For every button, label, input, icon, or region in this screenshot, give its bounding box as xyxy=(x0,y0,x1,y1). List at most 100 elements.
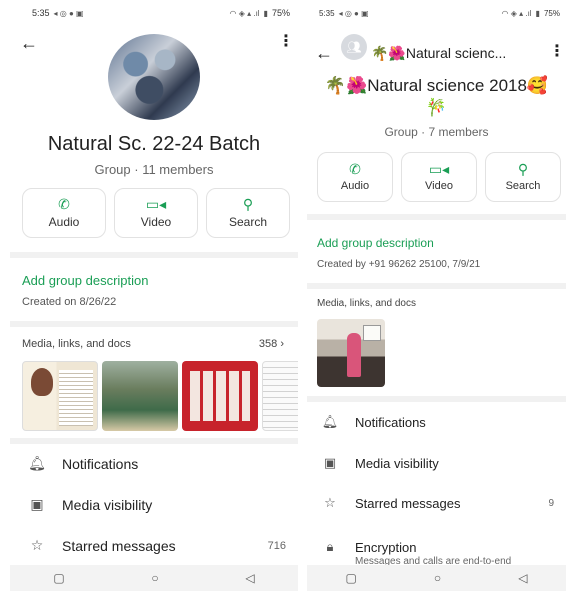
bell-icon: 🔔︎ xyxy=(321,414,339,429)
battery-icon: ▮ xyxy=(263,8,268,18)
notifications-label: Notifications xyxy=(62,455,139,472)
group-avatar-placeholder[interactable]: 👥︎ xyxy=(341,34,367,60)
starred-messages-label: Starred messages xyxy=(355,495,461,511)
notifications-row[interactable]: 🔔︎ Notifications xyxy=(10,455,298,472)
action-buttons: ✆ Audio ▭◂ Video ⚲ Search xyxy=(22,188,290,238)
back-nav-icon[interactable]: ◁ xyxy=(245,571,254,585)
group-meta: Group · 11 members xyxy=(94,162,214,177)
search-label: Search xyxy=(228,215,268,229)
notification-icons: ◂ ◎ ● ▣ xyxy=(53,8,84,18)
search-button[interactable]: ⚲ Search xyxy=(485,152,561,202)
left-phone-screen: 5:35 ◂ ◎ ● ▣ ◠ ◈ ▴ .ıl ▮ 75% ← ⋮ Natural… xyxy=(10,0,298,591)
status-time: 5:35 xyxy=(32,8,50,18)
search-button[interactable]: ⚲ Search xyxy=(206,188,290,238)
media-visibility-label: Media visibility xyxy=(355,455,439,471)
system-nav-bar: ▢ ○ ◁ xyxy=(307,565,566,591)
thumbnail-grid xyxy=(190,371,250,421)
notifications-label: Notifications xyxy=(355,414,426,430)
media-thumbnail[interactable] xyxy=(182,361,258,431)
header-title[interactable]: 🌴🌺Natural scienc... xyxy=(371,45,506,62)
encryption-row[interactable]: 🔒︎ Encryption xyxy=(307,539,566,555)
kebab-menu-icon[interactable]: ⋮ xyxy=(549,44,565,60)
recents-icon[interactable]: ▢ xyxy=(346,571,357,585)
section-divider xyxy=(307,214,566,220)
starred-messages-row[interactable]: ☆ Starred messages 716 xyxy=(10,537,298,554)
system-nav-bar: ▢ ○ ◁ xyxy=(10,565,298,591)
media-thumbnail[interactable] xyxy=(102,361,178,431)
notifications-row[interactable]: 🔔︎ Notifications xyxy=(307,414,566,430)
back-nav-icon[interactable]: ◁ xyxy=(518,571,527,585)
lock-icon: 🔒︎ xyxy=(326,539,334,554)
bell-icon: 🔔︎ xyxy=(28,455,46,471)
section-divider xyxy=(307,396,566,402)
starred-count: 716 xyxy=(267,539,286,552)
arrow-left-icon[interactable]: ← xyxy=(20,34,38,52)
thumbnail-person xyxy=(347,333,361,377)
battery-icon: ▮ xyxy=(535,8,540,18)
media-thumbnail[interactable] xyxy=(317,319,385,387)
section-divider xyxy=(10,321,298,327)
media-visibility-label: Media visibility xyxy=(62,496,153,513)
star-icon: ☆ xyxy=(30,537,44,553)
video-call-button[interactable]: ▭◂ Video xyxy=(114,188,198,238)
audio-call-button[interactable]: ✆ Audio xyxy=(317,152,393,202)
battery-level: 75% xyxy=(271,8,290,18)
recents-icon[interactable]: ▢ xyxy=(53,571,64,585)
video-camera-icon: ▭◂ xyxy=(145,196,167,212)
right-phone-screen: 5:35 ◂ ◎ ● ▣ ◠ ◈ ▴ .ıl ▮ 75% ← 🌴🌺Natural… xyxy=(307,0,566,591)
media-count-wrap: 358 › xyxy=(259,338,284,350)
arrow-left-icon[interactable]: ← xyxy=(315,44,333,62)
media-thumbnail[interactable] xyxy=(22,361,98,431)
phone-icon: ✆ xyxy=(58,196,70,212)
media-label: Media, links, and docs xyxy=(22,338,131,350)
battery-level: 75% xyxy=(543,8,560,18)
group-name: 🌴🌺Natural science 2018🥰 xyxy=(324,76,549,95)
home-icon[interactable]: ○ xyxy=(434,571,441,585)
thumbnail-screen xyxy=(363,325,381,341)
kebab-menu-icon[interactable]: ⋮ xyxy=(278,34,294,50)
starred-messages-label: Starred messages xyxy=(62,537,176,554)
notification-icons: ◂ ◎ ● ▣ xyxy=(338,8,369,18)
people-icon: 👥︎ xyxy=(346,40,362,54)
star-icon: ☆ xyxy=(324,495,336,510)
starred-count: 9 xyxy=(548,497,554,509)
media-links-docs-header[interactable]: Media, links, and docs 358 › xyxy=(22,338,284,350)
encryption-label: Encryption xyxy=(355,539,417,555)
group-name: Natural Sc. 22-24 Batch xyxy=(47,133,261,155)
section-divider xyxy=(307,283,566,289)
video-label: Video xyxy=(425,180,453,192)
status-bar: 5:35 ◂ ◎ ● ▣ ◠ ◈ ▴ .ıl ▮ 75% xyxy=(307,0,566,26)
media-label: Media, links, and docs xyxy=(317,298,416,309)
group-meta: Group · 7 members xyxy=(384,125,489,139)
search-icon: ⚲ xyxy=(242,196,254,212)
search-icon: ⚲ xyxy=(517,161,529,177)
thumbnail-text-lines xyxy=(59,370,93,426)
media-visibility-row[interactable]: ▣ Media visibility xyxy=(307,455,566,471)
phone-icon: ✆ xyxy=(349,161,361,177)
add-group-description-link[interactable]: Add group description xyxy=(22,273,148,288)
media-visibility-row[interactable]: ▣ Media visibility xyxy=(10,496,298,513)
home-icon[interactable]: ○ xyxy=(151,571,158,585)
add-group-description-link[interactable]: Add group description xyxy=(317,236,434,250)
group-avatar[interactable] xyxy=(108,34,200,120)
audio-label: Audio xyxy=(48,215,80,229)
section-divider xyxy=(10,252,298,258)
audio-label: Audio xyxy=(340,180,370,192)
video-label: Video xyxy=(140,215,172,229)
status-bar: 5:35 ◂ ◎ ● ▣ ◠ ◈ ▴ .ıl ▮ 75% xyxy=(10,0,298,26)
starred-messages-row[interactable]: ☆ Starred messages 9 xyxy=(307,495,566,511)
action-buttons: ✆ Audio ▭◂ Video ⚲ Search xyxy=(317,152,561,202)
signal-wifi-icon: ◠ ◈ ▴ .ıl xyxy=(501,8,532,18)
media-thumbnail[interactable] xyxy=(262,361,298,431)
thumbnail-photo xyxy=(31,368,53,396)
media-count: 358 xyxy=(258,338,278,350)
video-call-button[interactable]: ▭◂ Video xyxy=(401,152,477,202)
media-links-docs-header[interactable]: Media, links, and docs xyxy=(317,298,556,309)
search-label: Search xyxy=(505,180,541,192)
status-time: 5:35 xyxy=(319,8,335,18)
audio-call-button[interactable]: ✆ Audio xyxy=(22,188,106,238)
image-icon: ▣ xyxy=(30,496,44,512)
chevron-right-icon: › xyxy=(280,338,284,350)
group-name-line2: 🎋 xyxy=(425,98,448,117)
signal-wifi-icon: ◠ ◈ ▴ .ıl xyxy=(229,8,260,18)
